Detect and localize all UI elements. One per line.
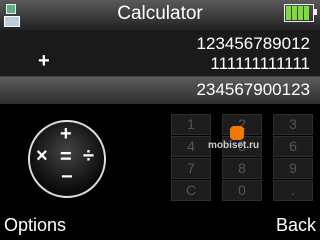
multiply-operation[interactable]: × (36, 145, 48, 168)
key-decimal[interactable]: . (273, 180, 313, 201)
divide-operation[interactable]: ÷ (83, 145, 94, 168)
watermark-text: mobiset.ru (208, 140, 260, 151)
softkey-bar: Options Back (0, 212, 320, 240)
back-softkey[interactable]: Back (276, 215, 316, 236)
status-bar: Calculator (0, 0, 320, 30)
result-bar: 234567900123 (0, 77, 320, 104)
key-3[interactable]: 3 (273, 114, 313, 135)
options-softkey[interactable]: Options (4, 215, 66, 236)
key-8[interactable]: 8 (222, 158, 262, 179)
watermark-logo-icon (230, 126, 244, 140)
key-6[interactable]: 6 (273, 136, 313, 157)
operation-wheel[interactable]: + × = ÷ − (28, 120, 106, 198)
battery-icon (284, 4, 317, 22)
result-value: 234567900123 (196, 80, 310, 99)
key-0[interactable]: 0 (222, 180, 262, 201)
plus-operation[interactable]: + (60, 123, 72, 146)
key-1[interactable]: 1 (171, 114, 211, 135)
key-4[interactable]: 4 (171, 136, 211, 157)
key-clear[interactable]: C (171, 180, 211, 201)
key-7[interactable]: 7 (171, 158, 211, 179)
key-9[interactable]: 9 (273, 158, 313, 179)
operator-sign: + (38, 50, 50, 72)
operand-1: 123456789012 (196, 34, 310, 53)
operand-display: 123456789012 + 111111111111 (0, 30, 320, 77)
app-title: Calculator (117, 3, 203, 24)
minus-operation[interactable]: − (61, 166, 73, 189)
operand-2: 111111111111 (210, 54, 310, 73)
